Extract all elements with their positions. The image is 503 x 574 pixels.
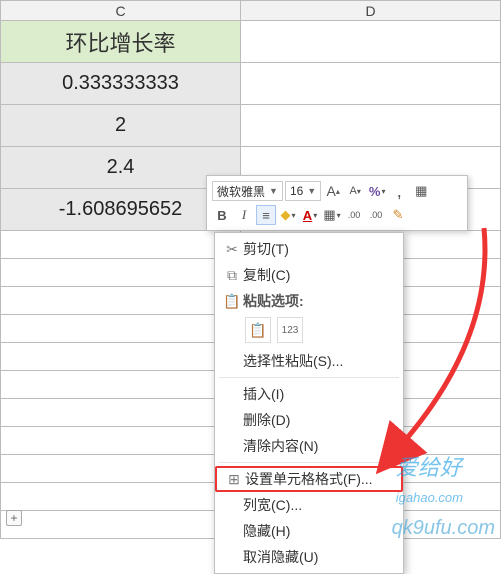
chevron-down-icon: ▼	[307, 186, 316, 196]
cell-c-r4[interactable]: -1.608695652	[1, 189, 241, 231]
col-header-d[interactable]: D	[241, 1, 501, 21]
font-color-button[interactable]: A▾	[300, 205, 320, 225]
grow-font-button[interactable]: A▴	[323, 181, 343, 201]
shrink-font-button[interactable]: A▾	[345, 181, 365, 201]
cell-c-r3[interactable]: 2.4	[1, 147, 241, 189]
cell-c-r1[interactable]: 0.333333333	[1, 63, 241, 105]
cell-c-r2[interactable]: 2	[1, 105, 241, 147]
cell-c-header[interactable]: 环比增长率	[1, 21, 241, 63]
menu-colwidth-label: 列宽(C)...	[243, 495, 395, 515]
font-name-select[interactable]: 微软雅黑 ▼	[212, 181, 283, 201]
font-size-select[interactable]: 16 ▼	[285, 181, 321, 201]
copy-icon: ⧉	[221, 266, 243, 284]
format-cells-icon: ⊞	[223, 470, 245, 488]
menu-hide-label: 隐藏(H)	[243, 521, 395, 541]
cell-blank[interactable]	[1, 231, 241, 259]
menu-format-label: 设置单元格格式(F)...	[245, 469, 393, 489]
borders-button-2[interactable]: ▦▾	[322, 205, 342, 225]
chevron-down-icon: ▼	[269, 186, 278, 196]
cell-d-header[interactable]	[241, 21, 501, 63]
bold-button[interactable]: B	[212, 205, 232, 225]
paste-icon: 📋	[221, 292, 243, 310]
paste-option-values[interactable]: 123	[277, 317, 303, 343]
cell-d-r2[interactable]	[241, 105, 501, 147]
format-painter-button[interactable]: ✎	[388, 205, 408, 225]
comma-button[interactable]: ,	[389, 181, 409, 201]
cell-d-r1[interactable]	[241, 63, 501, 105]
expand-outline-button[interactable]: +	[6, 510, 22, 526]
fill-color-button[interactable]: ◆▾	[278, 205, 298, 225]
font-name-value: 微软雅黑	[217, 183, 265, 200]
font-size-value: 16	[290, 184, 303, 198]
col-header-c[interactable]: C	[1, 1, 241, 21]
borders-button[interactable]: ▦	[411, 181, 431, 201]
paste-option-default[interactable]: 📋	[245, 317, 271, 343]
italic-button[interactable]: I	[234, 205, 254, 225]
menu-format-cells[interactable]: ⊞ 设置单元格格式(F)...	[215, 466, 403, 492]
annotation-arrow	[364, 228, 503, 463]
menu-hide[interactable]: 隐藏(H)	[215, 518, 403, 544]
decimal-button-2[interactable]: .00	[366, 205, 386, 225]
menu-column-width[interactable]: 列宽(C)...	[215, 492, 403, 518]
mini-toolbar: 微软雅黑 ▼ 16 ▼ A▴ A▾ %▾ , ▦ B I ≡ ◆▾ A▾ ▦▾ …	[206, 175, 468, 231]
decimal-button[interactable]: .00	[344, 205, 364, 225]
currency-button[interactable]: %▾	[367, 181, 387, 201]
menu-unhide-label: 取消隐藏(U)	[243, 547, 395, 567]
align-button[interactable]: ≡	[256, 205, 276, 225]
cut-icon: ✂	[221, 240, 243, 258]
